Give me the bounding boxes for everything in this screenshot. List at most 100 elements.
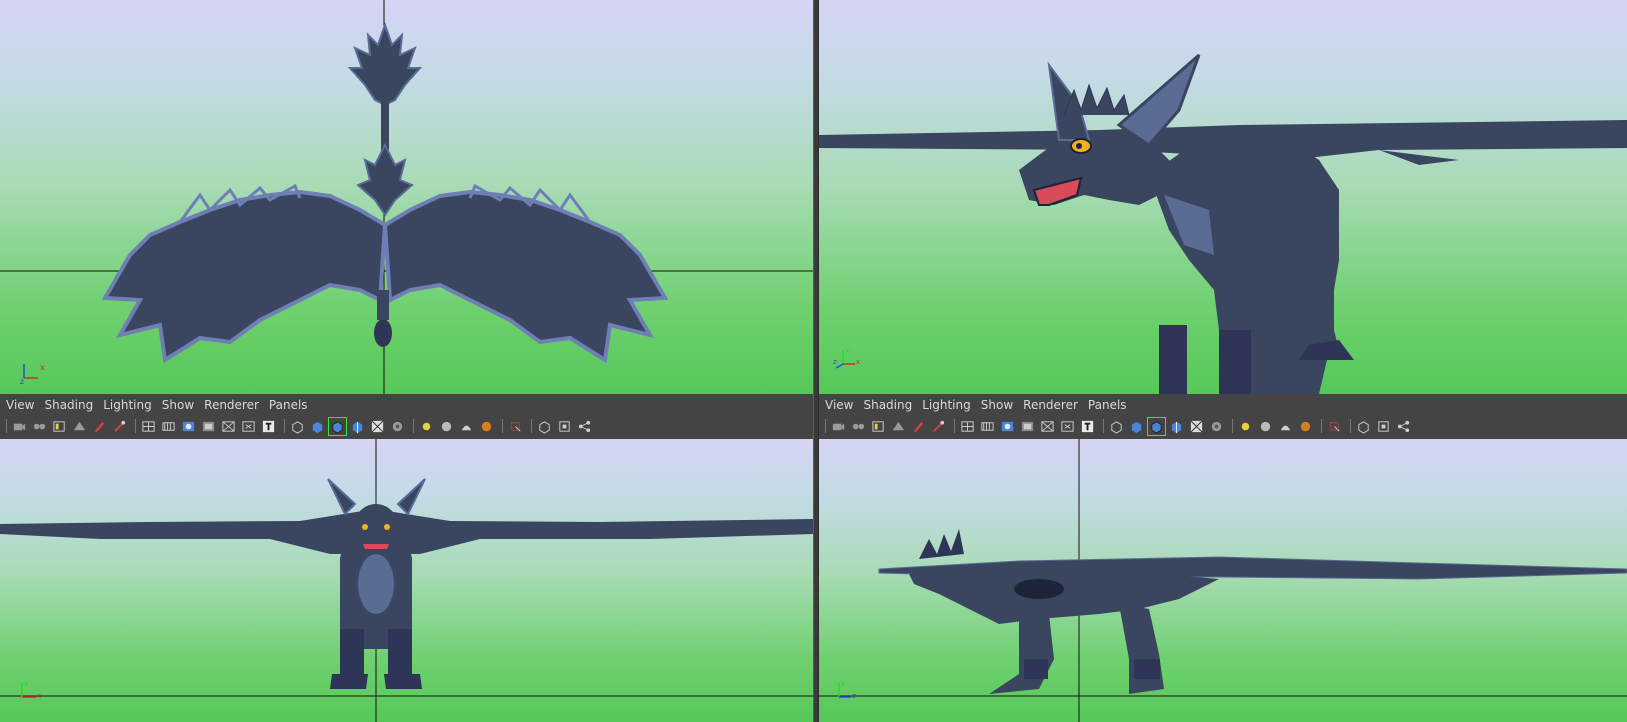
shadows-icon[interactable] (389, 418, 406, 435)
bookmarks-icon[interactable] (850, 418, 867, 435)
2d-pan-zoom-icon[interactable] (71, 418, 88, 435)
wireframe-on-shaded-icon[interactable] (1147, 416, 1166, 436)
panel-menu-panels-left[interactable]: Panels (267, 398, 316, 412)
axis-y-label: y (24, 679, 28, 687)
select-camera-icon[interactable] (930, 418, 947, 435)
grid-icon[interactable] (959, 418, 976, 435)
front-wings (0, 509, 813, 554)
toolbar-separator (502, 419, 503, 433)
axis-y-label: y (845, 346, 849, 354)
axis-z-label: z (852, 692, 856, 700)
panel-menu-show-left[interactable]: Show (160, 398, 202, 412)
panel-menu-lighting-right[interactable]: Lighting (920, 398, 979, 412)
toolbar-separator (954, 419, 955, 433)
panel-menu-renderer-right[interactable]: Renderer (1021, 398, 1086, 412)
panel-icon-bar-left (0, 416, 596, 436)
tail-tuft (356, 142, 414, 217)
viewport-side[interactable]: y z (819, 439, 1627, 722)
tail-plume (347, 21, 423, 107)
film-gate-icon[interactable] (979, 418, 996, 435)
smooth-shade-icon[interactable] (309, 418, 326, 435)
side-body (909, 569, 1219, 624)
toolbar-separator (135, 419, 136, 433)
viewport-front-scene (0, 439, 813, 722)
camera-attributes-icon[interactable] (11, 418, 28, 435)
panel-menu-panels-right[interactable]: Panels (1086, 398, 1135, 412)
axis-x-label: x (40, 363, 45, 372)
viewport-perspective-scene (819, 53, 1627, 394)
panel-menu-shading-left[interactable]: Shading (42, 398, 101, 412)
toolbar-separator (1350, 419, 1351, 433)
panel-menu-right: View Shading Lighting Show Renderer Panels (819, 396, 1135, 414)
viewport-side-scene (819, 439, 1627, 722)
xray-icon[interactable] (536, 418, 553, 435)
panel-icon-bar-right (819, 416, 1415, 436)
select-camera-icon[interactable] (111, 418, 128, 435)
panel-toolbar-right: View Shading Lighting Show Renderer Panels (819, 394, 1627, 439)
toolbar-separator (6, 419, 7, 433)
isolate-select-icon[interactable] (507, 418, 524, 435)
xray-active-component-icon[interactable] (556, 418, 573, 435)
film-gate-icon[interactable] (160, 418, 177, 435)
smooth-shade-icon[interactable] (1128, 418, 1145, 435)
xray-joints-icon[interactable] (576, 418, 593, 435)
bookmarks-icon[interactable] (31, 418, 48, 435)
viewport-top-scene (0, 0, 813, 394)
panel-menu-shading-right[interactable]: Shading (861, 398, 920, 412)
panel-menu-lighting-left[interactable]: Lighting (101, 398, 160, 412)
shadows-icon[interactable] (1208, 418, 1225, 435)
gate-mask-icon[interactable] (200, 418, 217, 435)
panel-menu-show-right[interactable]: Show (979, 398, 1021, 412)
2d-pan-zoom-icon[interactable] (890, 418, 907, 435)
xray-active-component-icon[interactable] (1375, 418, 1392, 435)
multisample-aa-icon[interactable] (458, 418, 475, 435)
safe-title-icon[interactable] (260, 418, 277, 435)
wireframe-icon[interactable] (289, 418, 306, 435)
grid-icon[interactable] (140, 418, 157, 435)
depth-of-field-icon[interactable] (478, 418, 495, 435)
xray-icon[interactable] (1355, 418, 1372, 435)
safe-action-icon[interactable] (240, 418, 257, 435)
textured-icon[interactable] (349, 418, 366, 435)
axis-z-label: z (20, 377, 24, 384)
wireframe-icon[interactable] (1108, 418, 1125, 435)
safe-action-icon[interactable] (1059, 418, 1076, 435)
panel-menu-view-right[interactable]: View (823, 398, 861, 412)
safe-title-icon[interactable] (1079, 418, 1096, 435)
toolbar-separator (284, 419, 285, 433)
field-chart-icon[interactable] (1039, 418, 1056, 435)
xray-joints-icon[interactable] (1395, 418, 1412, 435)
image-plane-icon[interactable] (51, 418, 68, 435)
viewport-top[interactable]: x z (0, 0, 813, 394)
panel-menu-view-left[interactable]: View (4, 398, 42, 412)
motion-blur-icon[interactable] (1257, 418, 1274, 435)
wireframe-on-shaded-icon[interactable] (328, 416, 347, 436)
gate-mask-icon[interactable] (1019, 418, 1036, 435)
panel-toolbar-left: View Shading Lighting Show Renderer Panels (0, 394, 813, 439)
resolution-gate-icon[interactable] (999, 418, 1016, 435)
grease-pencil-icon[interactable] (910, 418, 927, 435)
use-all-lights-icon[interactable] (1188, 418, 1205, 435)
axis-gizmo-top: x z (18, 356, 48, 386)
axis-x-label: x (856, 358, 860, 366)
field-chart-icon[interactable] (220, 418, 237, 435)
axis-x-label: x (37, 692, 41, 700)
pane-splitter-vertical[interactable] (813, 0, 819, 722)
depth-of-field-icon[interactable] (1297, 418, 1314, 435)
panel-menu-left: View Shading Lighting Show Renderer Panels (0, 396, 316, 414)
isolate-select-icon[interactable] (1326, 418, 1343, 435)
camera-attributes-icon[interactable] (830, 418, 847, 435)
grease-pencil-icon[interactable] (91, 418, 108, 435)
axis-gizmo-side: y z (829, 677, 859, 705)
image-plane-icon[interactable] (870, 418, 887, 435)
resolution-gate-icon[interactable] (180, 418, 197, 435)
multisample-aa-icon[interactable] (1277, 418, 1294, 435)
viewport-front[interactable]: y x (0, 439, 813, 722)
panel-menu-renderer-left[interactable]: Renderer (202, 398, 267, 412)
textured-icon[interactable] (1168, 418, 1185, 435)
viewport-perspective[interactable]: y x z (819, 0, 1627, 394)
screen-space-ao-icon[interactable] (1237, 418, 1254, 435)
screen-space-ao-icon[interactable] (418, 418, 435, 435)
motion-blur-icon[interactable] (438, 418, 455, 435)
use-all-lights-icon[interactable] (369, 418, 386, 435)
